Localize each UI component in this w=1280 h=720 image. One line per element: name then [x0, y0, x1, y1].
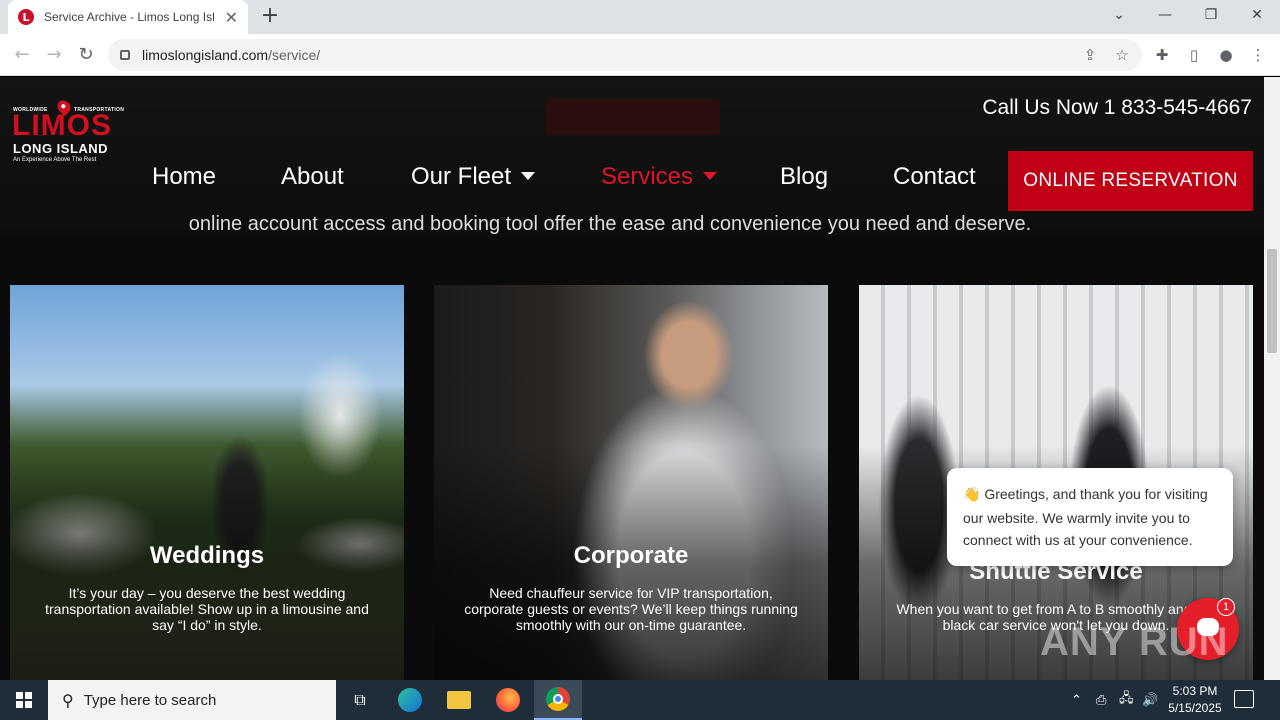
call-us-phone[interactable]: Call Us Now 1 833-545-4667 [982, 96, 1252, 120]
nav-about[interactable]: About [281, 163, 344, 191]
chrome-taskbar-button[interactable] [534, 680, 582, 720]
start-button[interactable] [0, 680, 48, 720]
caret-down-icon [703, 171, 718, 180]
url-domain: limoslongisland.com [142, 47, 269, 63]
nav-home[interactable]: Home [152, 163, 216, 191]
nav-fleet-label: Our Fleet [411, 163, 512, 190]
restore-button[interactable]: ❐ [1188, 0, 1234, 30]
reload-icon[interactable]: ↻ [74, 43, 98, 67]
show-hidden-icons-chevron-icon[interactable]: ⌃ [1071, 680, 1082, 720]
web-page: online account access and booking tool o… [0, 77, 1264, 680]
edge-taskbar-button[interactable] [386, 680, 434, 720]
card-description: Need chauffeur service for VIP transport… [464, 585, 798, 633]
task-view-button[interactable]: ⧉ [336, 680, 384, 720]
notification-center-icon[interactable] [1234, 690, 1254, 708]
url-path: /service/ [268, 47, 321, 63]
browser-toolbar: ← → ↻ limoslongisland.com/service/ ⇪ ☆ ✚… [0, 34, 1280, 76]
menu-kebab-icon[interactable]: ⋮ [1246, 43, 1270, 67]
logo-tagline: An Experience Above The Rest [13, 157, 97, 163]
nav-blog-label: Blog [780, 163, 829, 190]
close-window-button[interactable]: ✕ [1234, 0, 1280, 30]
close-tab-icon[interactable]: ✕ [225, 8, 238, 27]
firefox-icon [496, 688, 520, 712]
bookmark-star-icon[interactable]: ☆ [1110, 43, 1134, 67]
clock-time: 5:03 PM [1172, 684, 1218, 698]
nav-home-label: Home [152, 163, 217, 190]
card-title: Weddings [149, 542, 265, 569]
tab-search-icon[interactable]: ⌄ [1096, 0, 1142, 30]
address-bar[interactable]: limoslongisland.com/service/ [108, 39, 1142, 71]
task-view-icon: ⧉ [354, 690, 366, 709]
volume-icon[interactable]: 🔊 [1142, 680, 1158, 720]
chat-unread-badge: 1 [1217, 598, 1235, 616]
scrollbar-thumb[interactable] [1267, 249, 1277, 353]
browser-tab-strip: L Service Archive - Limos Long Isl ✕ + ⌄… [0, 0, 1280, 34]
intro-text: online account access and booking tool o… [188, 213, 1032, 235]
back-arrow-icon[interactable]: ← [10, 43, 34, 67]
nav-our-fleet[interactable]: Our Fleet [411, 163, 536, 191]
site-favicon-icon: L [18, 9, 34, 25]
card-description: It’s your day – you deserve the best wed… [45, 585, 369, 633]
online-reservation-button[interactable]: ONLINE RESERVATION [1008, 151, 1253, 211]
service-card-corporate[interactable]: Corporate Need chauffeur service for VIP… [434, 285, 828, 680]
site-header: online account access and booking tool o… [0, 77, 1264, 237]
page-scrollbar[interactable] [1264, 77, 1280, 680]
taskbar-search-box[interactable]: ⚲ Type here to search [48, 680, 336, 720]
service-card-weddings[interactable]: Weddings It’s your day – you deserve the… [10, 285, 404, 680]
forward-arrow-icon[interactable]: → [42, 43, 66, 67]
clock-date: 5/15/2025 [1168, 701, 1222, 715]
nav-contact-label: Contact [893, 163, 976, 190]
side-panel-icon[interactable]: ▯ [1182, 43, 1206, 67]
network-icon[interactable]: 🖧 [1119, 680, 1134, 720]
extensions-icon[interactable]: ✚ [1150, 43, 1174, 67]
waving-hand-icon: 👋 [963, 487, 981, 503]
site-logo[interactable]: WORLDWIDE TRANSPORTATION LIMOS LONG ISLA… [12, 97, 124, 166]
anyrun-watermark: ANY RUN [1040, 620, 1229, 664]
logo-long-island: LONG ISLAND [13, 141, 109, 156]
nav-services[interactable]: Services [601, 163, 718, 191]
firefox-taskbar-button[interactable] [484, 680, 532, 720]
chat-message: Greetings, and thank you for visiting ou… [963, 486, 1208, 548]
edge-icon [398, 688, 422, 712]
logo-limos: LIMOS [12, 109, 112, 142]
chrome-icon [546, 687, 570, 711]
nav-contact[interactable]: Contact [893, 163, 976, 191]
share-icon[interactable]: ⇪ [1078, 43, 1102, 67]
nav-about-label: About [281, 163, 344, 190]
hero-title-background [545, 99, 720, 135]
windows-logo-icon [16, 692, 32, 708]
lock-icon [120, 50, 130, 60]
url-text: limoslongisland.com/service/ [142, 47, 320, 63]
nav-blog[interactable]: Blog [780, 163, 828, 191]
new-tab-button[interactable]: + [258, 5, 282, 29]
browser-tab[interactable]: L Service Archive - Limos Long Isl ✕ [8, 0, 248, 34]
file-explorer-taskbar-button[interactable] [435, 680, 483, 720]
nav-services-label: Services [601, 163, 694, 190]
chat-greeting-popup[interactable]: 👋 Greetings, and thank you for visiting … [947, 468, 1233, 566]
tab-title: Service Archive - Limos Long Isl [44, 10, 215, 24]
windows-taskbar: ⚲ Type here to search ⧉ ⌃ ⎙ 🖧 🔊 5:03 PM … [0, 680, 1280, 720]
caret-down-icon [521, 171, 536, 180]
folder-icon [447, 691, 471, 709]
minimize-button[interactable]: — [1142, 0, 1188, 30]
taskbar-clock[interactable]: 5:03 PM 5/15/2025 [1160, 683, 1230, 717]
search-placeholder: Type here to search [83, 691, 217, 709]
profile-avatar-icon[interactable]: ● [1214, 43, 1238, 67]
card-title: Corporate [573, 542, 689, 569]
network-device-icon[interactable]: ⎙ [1096, 680, 1106, 720]
search-icon: ⚲ [62, 690, 74, 710]
